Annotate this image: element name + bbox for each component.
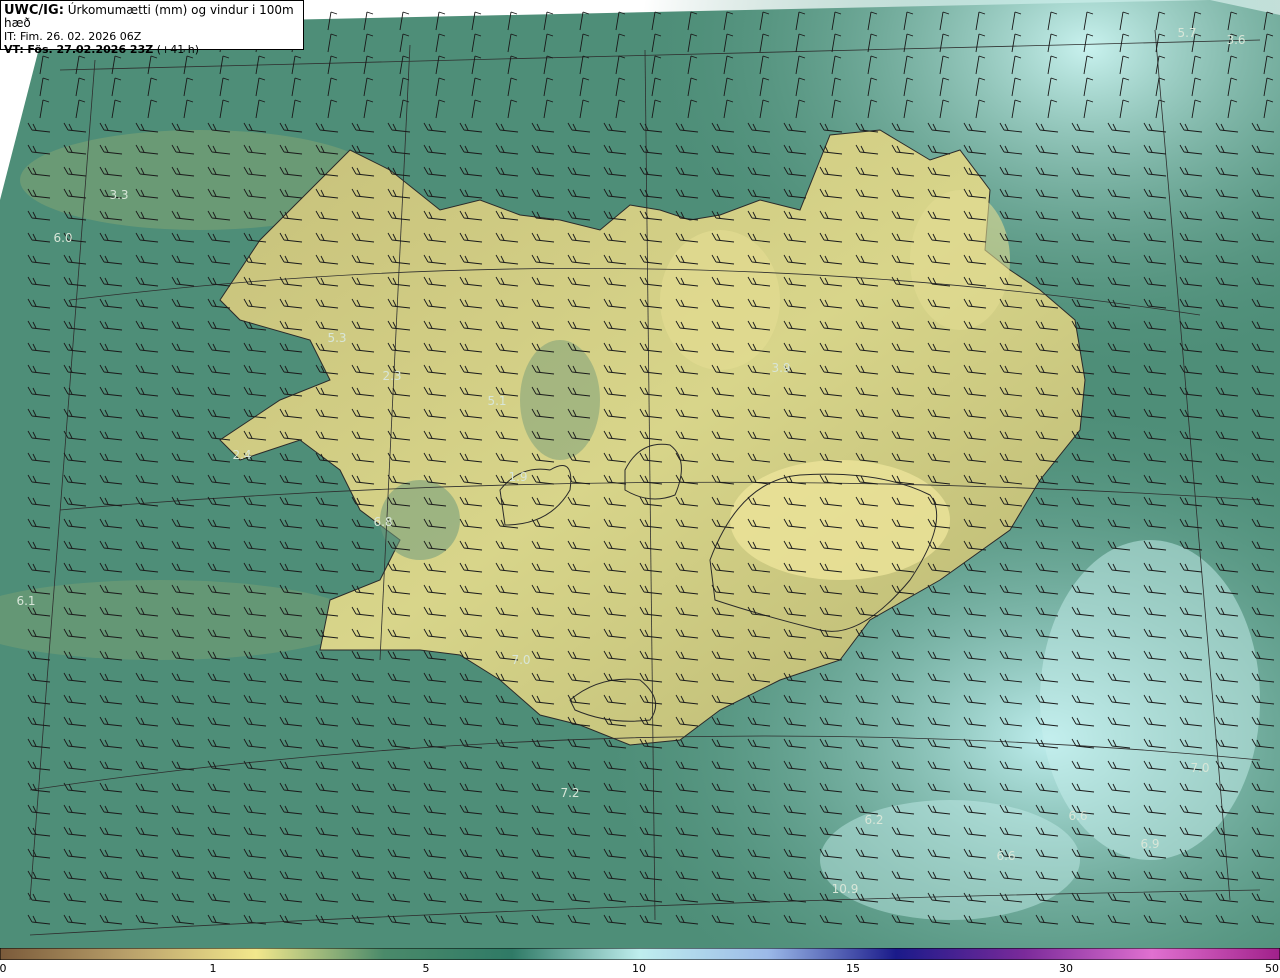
precip-value: 2.3 [382,369,401,383]
precip-value: 7.0 [1190,761,1209,775]
colorbar-tick: 50 [1265,962,1279,975]
colorbar-labels: 0 1 5 10 15 30 50 [0,962,1280,978]
colorbar-tick: 1 [209,962,217,975]
lead-time: (+41 h) [156,43,199,56]
colorbar-tick: 30 [1059,962,1073,975]
precip-value: 6.0 [53,231,72,245]
precip-value: 2.4 [232,448,251,462]
precip-value: 3.6 [1226,33,1245,47]
precip-value: 3.3 [109,188,128,202]
colorbar-tick: 5 [422,962,430,975]
precip-value: 6.8 [373,515,392,529]
colorbar-tick: 0 [0,962,7,975]
title-box: UWC/IG: Úrkomumætti (mm) og vindur i 100… [0,0,304,56]
precipitation-wind-map: 5.7 3.6 3.3 6.0 5.3 2.3 5.1 3.9 2.4 1.9 6.8 6.1 7.0 7… [0,0,1280,948]
precip-value: 6.6 [996,849,1015,863]
precip-value: 5.1 [487,394,506,408]
precip-value: 6.6 [1068,809,1087,823]
precip-value: 5.7 [1177,26,1196,40]
issue-time: IT: Fim. 26. 02. 2026 06Z [4,30,142,43]
precip-value: 7.2 [560,786,579,800]
colorbar [0,948,1280,960]
colorbar-tick: 10 [632,962,646,975]
precip-value: 1.9 [508,470,527,484]
valid-label: VT: [4,43,24,56]
precip-value: 6.9 [1140,837,1159,851]
precip-value: 5.3 [327,331,346,345]
precip-value: 7.0 [511,653,530,667]
precip-value: 10.9 [832,882,859,896]
precip-value: 6.1 [16,594,35,608]
precip-value: 3.9 [771,361,790,375]
precip-value: 6.2 [864,813,883,827]
valid-time: Fös. 27.02.2026 23Z [27,43,154,56]
colorbar-tick: 15 [846,962,860,975]
